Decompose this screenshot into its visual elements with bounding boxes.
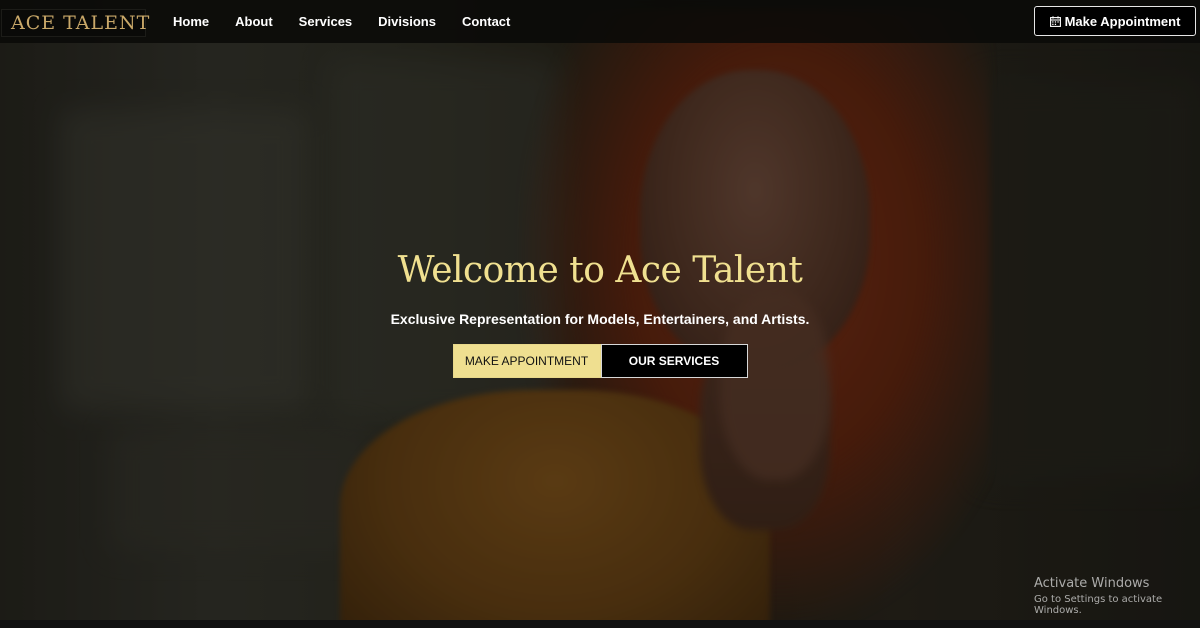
hero-content: Welcome to Ace Talent Exclusive Represen… xyxy=(0,250,1200,378)
nav-item-home[interactable]: Home xyxy=(160,14,222,29)
calendar-icon xyxy=(1049,15,1061,27)
windows-activation-watermark: Activate Windows Go to Settings to activ… xyxy=(1034,576,1200,616)
nav-item-services[interactable]: Services xyxy=(286,14,366,29)
watermark-subtitle: Go to Settings to activate Windows. xyxy=(1034,594,1163,616)
watermark-title: Activate Windows xyxy=(1034,576,1150,591)
hero-subtitle: Exclusive Representation for Models, Ent… xyxy=(390,311,810,327)
brand-logo[interactable]: ACE TALENT xyxy=(1,9,149,37)
bottom-strip xyxy=(0,620,1200,628)
make-appointment-button[interactable]: MAKE APPOINTMENT xyxy=(452,344,601,378)
brand-name: ACE TALENT xyxy=(11,12,151,34)
make-appointment-nav-label: Make Appointment xyxy=(1064,13,1181,29)
nav-links: Home About Services Divisions Contact xyxy=(160,0,523,43)
nav-item-divisions[interactable]: Divisions xyxy=(365,14,449,29)
make-appointment-nav-button[interactable]: Make Appointment xyxy=(1034,6,1196,36)
our-services-button[interactable]: OUR SERVICES xyxy=(600,344,748,378)
hero-title: Welcome to Ace Talent xyxy=(397,250,803,291)
hero-buttons: MAKE APPOINTMENT OUR SERVICES xyxy=(0,344,1200,378)
navbar: ACE TALENT Home About Services Divisions… xyxy=(0,0,1200,43)
nav-item-about[interactable]: About xyxy=(222,14,286,29)
nav-item-contact[interactable]: Contact xyxy=(449,14,523,29)
